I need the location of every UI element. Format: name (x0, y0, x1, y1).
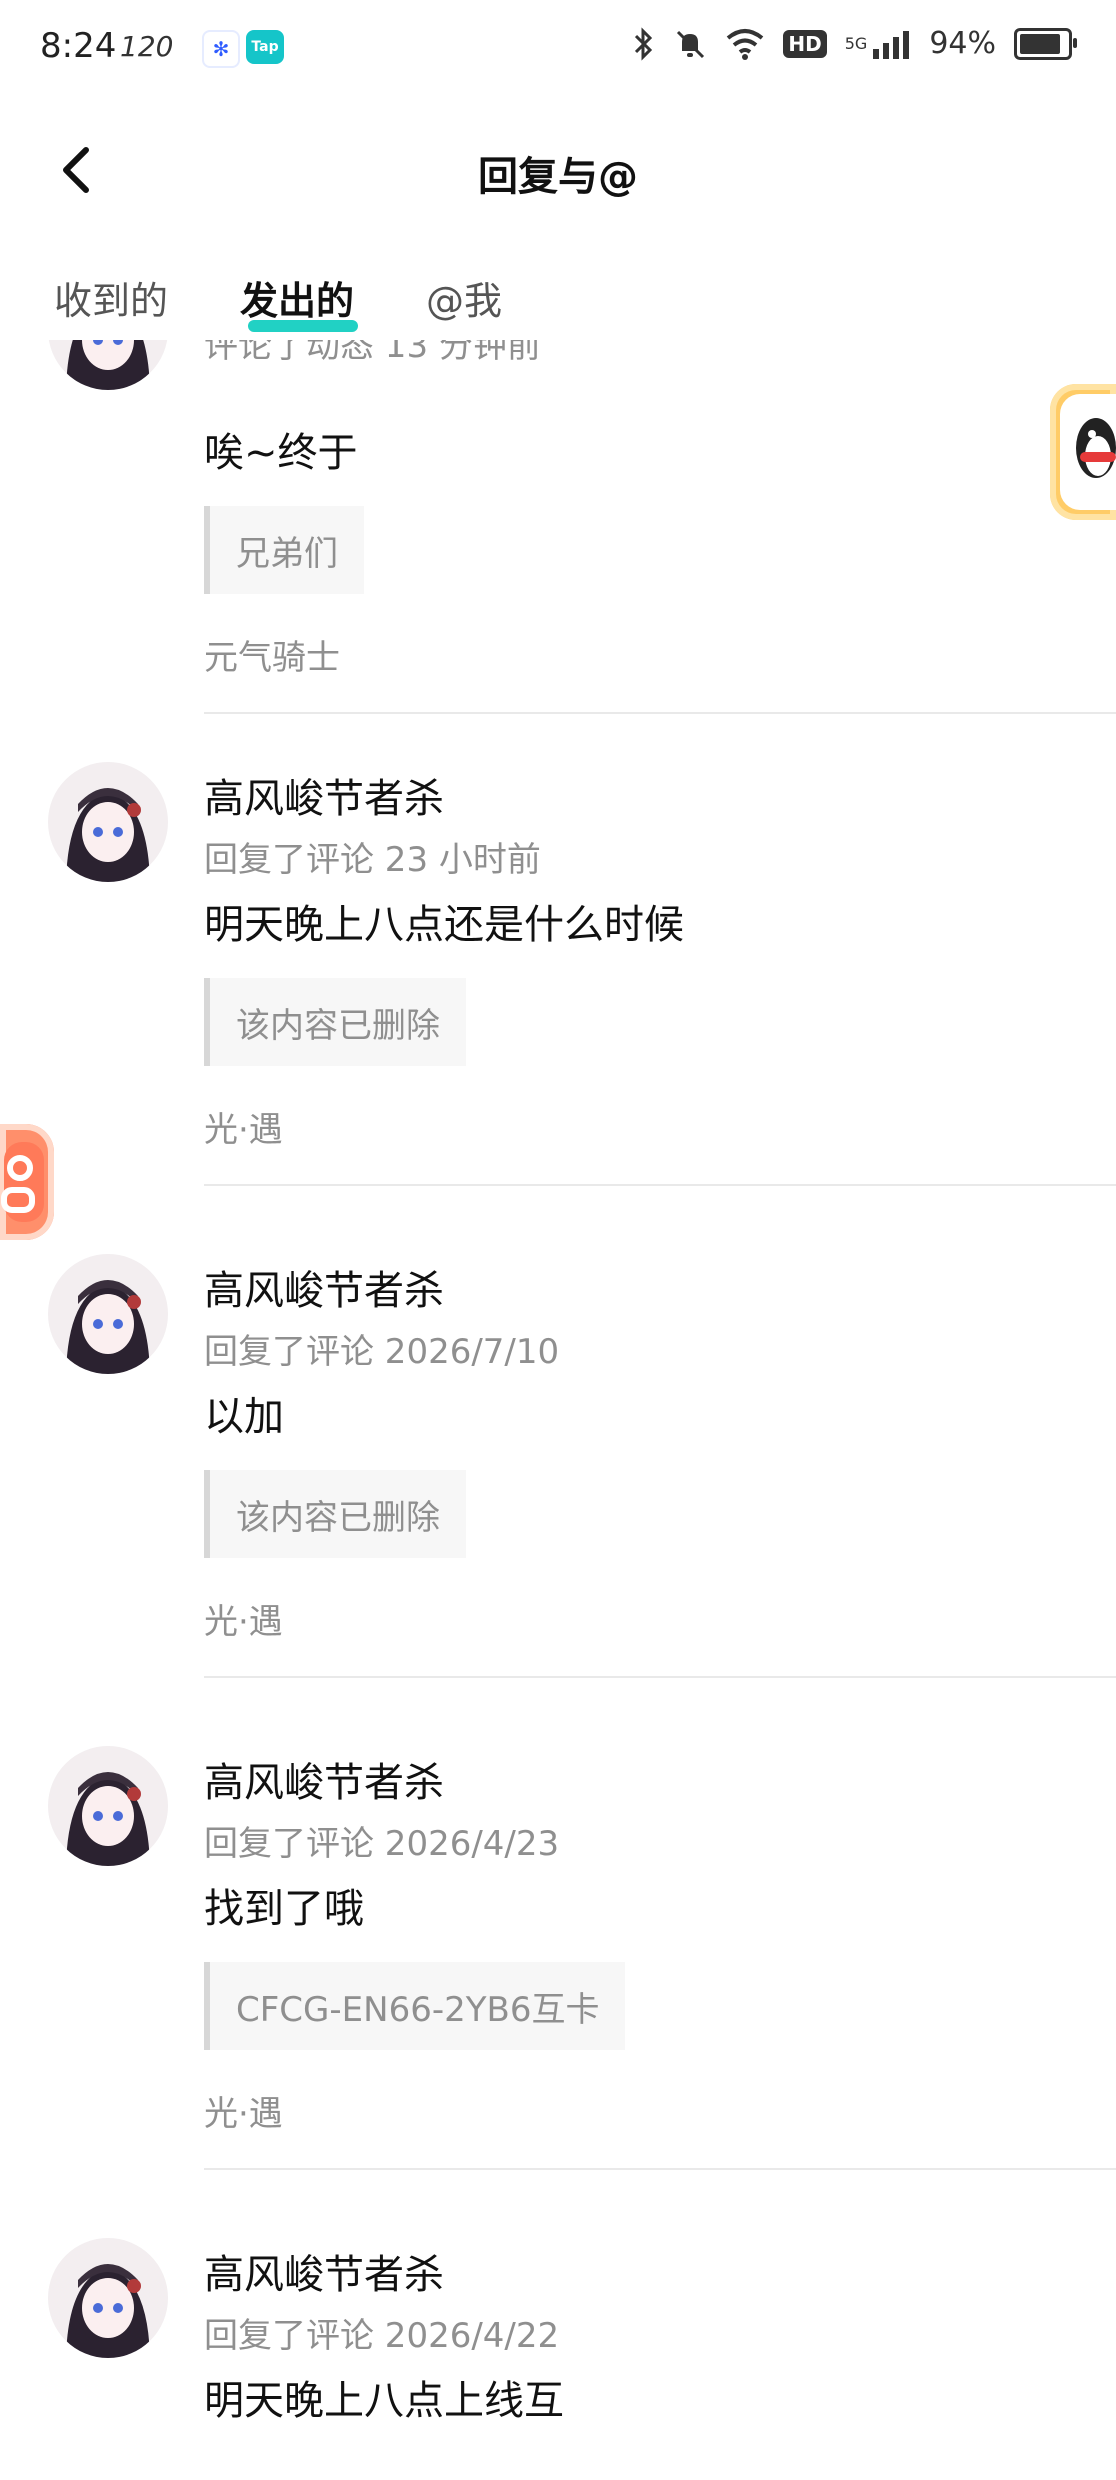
user-name[interactable]: 高风峻节者杀 (204, 1750, 444, 1808)
source-game[interactable]: 元气骑士 (204, 630, 340, 679)
divider (204, 712, 1116, 714)
tab-bar: 收到的 发出的 @我 (0, 270, 1116, 340)
source-game[interactable]: 光·遇 (204, 1594, 283, 1643)
reply-meta: 回复了评论 2026/7/10 (204, 1332, 560, 1372)
avatar[interactable] (48, 2238, 168, 2358)
battery-icon (1014, 27, 1077, 60)
hd-icon: HD (783, 29, 827, 58)
wifi-icon (725, 28, 765, 60)
status-bar: 8:24 120 ✻ Tap HD 5G 94% (0, 0, 1116, 96)
reply-meta: 回复了评论 2026/4/22 (204, 2316, 560, 2356)
reply-meta: 回复了评论 23 小时前 (204, 840, 541, 880)
tab-mentions[interactable]: @我 (426, 270, 502, 325)
quoted-text[interactable]: 该内容已删除 (204, 1470, 466, 1558)
quoted-text[interactable]: 该内容已删除 (204, 978, 466, 1066)
reply-content[interactable]: 以加 (204, 1384, 284, 1442)
divider (204, 1676, 1116, 1678)
bell-muted-icon (673, 27, 707, 61)
user-name[interactable]: 高风峻节者杀 (204, 1258, 444, 1316)
reply-meta: 评论了动态 13 分钟前 (204, 340, 541, 366)
taptap-icon: Tap (246, 30, 284, 64)
source-game[interactable]: 光·遇 (204, 2086, 283, 2135)
baidu-icon: ✻ (202, 30, 240, 68)
divider (204, 2168, 1116, 2170)
avatar[interactable] (48, 762, 168, 882)
status-time: 8:24 (40, 26, 117, 66)
quoted-text[interactable]: CFCG-EN66-2YB6互卡 (204, 1962, 626, 2050)
orange-app-icon[interactable] (0, 1124, 54, 1240)
user-name[interactable]: 高风峻节者杀 (204, 2242, 444, 2300)
reply-list[interactable]: 评论了动态 13 分钟前 唉~终于 兄弟们 元气骑士 高风峻节者杀 回复了评论 … (0, 340, 1116, 2480)
reply-content[interactable]: 明天晚上八点上线互 (204, 2368, 564, 2426)
signal-5g-icon: 5G (845, 29, 912, 59)
reply-meta: 回复了评论 2026/4/23 (204, 1824, 560, 1864)
header: 回复与@ (0, 120, 1116, 220)
tab-received[interactable]: 收到的 (54, 270, 168, 325)
divider (204, 1184, 1116, 1186)
tab-sent[interactable]: 发出的 (240, 270, 354, 325)
avatar[interactable] (48, 340, 168, 390)
user-name[interactable]: 高风峻节者杀 (204, 766, 444, 824)
qq-penguin-icon[interactable] (1050, 384, 1116, 520)
tab-active-indicator (248, 320, 358, 332)
avatar[interactable] (48, 1746, 168, 1866)
reply-content[interactable]: 明天晚上八点还是什么时候 (204, 892, 684, 950)
reply-content[interactable]: 唉~终于 (204, 420, 358, 478)
battery-percentage: 94% (929, 26, 996, 61)
reply-content[interactable]: 找到了哦 (204, 1876, 364, 1934)
refresh-rate-indicator: 120 (120, 30, 174, 63)
bluetooth-icon (633, 26, 655, 61)
status-right-icons: HD 5G 94% (633, 26, 1077, 61)
page-title: 回复与@ (478, 154, 638, 200)
avatar[interactable] (48, 1254, 168, 1374)
source-game[interactable]: 光·遇 (204, 1102, 283, 1151)
quoted-text[interactable]: 兄弟们 (204, 506, 364, 594)
